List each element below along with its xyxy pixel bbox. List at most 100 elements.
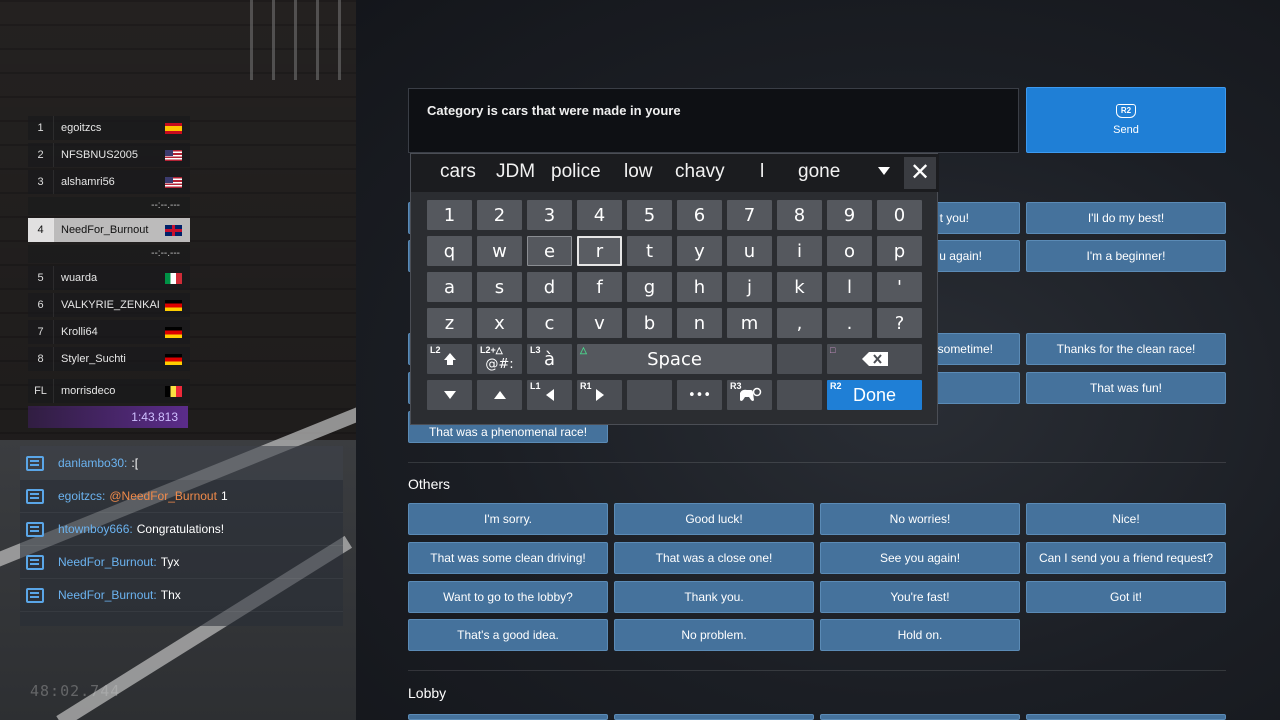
phrase-button[interactable]: That was a close one! (614, 542, 814, 574)
key-3-6[interactable]: m (727, 308, 772, 338)
key-2-5[interactable]: h (677, 272, 722, 302)
suggestion-item[interactable]: JDM (496, 161, 535, 183)
phrase-button[interactable]: Thanks for the clean race! (1026, 333, 1226, 365)
phrase-button[interactable]: Good luck! (614, 503, 814, 535)
chat-bubble-icon (26, 587, 44, 603)
suggestion-item[interactable]: l (760, 161, 764, 183)
key-2-2[interactable]: d (527, 272, 572, 302)
phrase-button[interactable] (820, 714, 1020, 720)
key-3-0[interactable]: z (427, 308, 472, 338)
phrase-button[interactable]: I'm a beginner! (1026, 240, 1226, 272)
key-1-2[interactable]: e (527, 236, 572, 266)
cursor-left-key[interactable]: L1 (527, 380, 572, 410)
done-key[interactable]: R2 Done (827, 380, 922, 410)
send-button[interactable]: R2 Send (1026, 87, 1226, 153)
key-3-3[interactable]: v (577, 308, 622, 338)
key-0-8[interactable]: 9 (827, 200, 872, 230)
section-title-lobby: Lobby (408, 685, 447, 701)
phrase-button[interactable]: I'll do my best! (1026, 202, 1226, 234)
key-0-6[interactable]: 7 (727, 200, 772, 230)
suggestion-item[interactable]: low (624, 161, 653, 183)
leaderboard-row: 3 alshamri56 (28, 170, 190, 194)
suggestion-item[interactable]: gone (798, 161, 840, 183)
phrase-button[interactable]: That was fun! (1026, 372, 1226, 404)
blank-key[interactable] (777, 344, 822, 374)
leaderboard-row: 1 egoitzcs (28, 116, 190, 140)
key-3-4[interactable]: b (627, 308, 672, 338)
key-3-5[interactable]: n (677, 308, 722, 338)
keyboard-settings-key[interactable]: R3 (727, 380, 772, 410)
phrase-button[interactable]: Hold on. (820, 619, 1020, 651)
phrase-button[interactable]: See you again! (820, 542, 1020, 574)
cursor-up-key[interactable] (477, 380, 522, 410)
key-2-6[interactable]: j (727, 272, 772, 302)
key-1-6[interactable]: u (727, 236, 772, 266)
key-0-9[interactable]: 0 (877, 200, 922, 230)
phrase-button[interactable]: No worries! (820, 503, 1020, 535)
key-1-9[interactable]: p (877, 236, 922, 266)
key-2-7[interactable]: k (777, 272, 822, 302)
more-key[interactable]: ••• (677, 380, 722, 410)
phrase-button[interactable]: You're fast! (820, 581, 1020, 613)
cursor-right-key[interactable]: R1 (577, 380, 622, 410)
key-0-1[interactable]: 2 (477, 200, 522, 230)
key-0-7[interactable]: 8 (777, 200, 822, 230)
arrow-down-icon (443, 391, 456, 399)
key-0-0[interactable]: 1 (427, 200, 472, 230)
key-3-7[interactable]: , (777, 308, 822, 338)
key-1-7[interactable]: i (777, 236, 822, 266)
key-1-4[interactable]: t (627, 236, 672, 266)
phrase-button[interactable]: Nice! (1026, 503, 1226, 535)
chat-mention: @NeedFor_Burnout (109, 489, 217, 503)
leaderboard-row-player: 4 NeedFor_Burnout (28, 218, 190, 242)
phrase-button[interactable] (408, 714, 608, 720)
blank-key[interactable] (777, 380, 822, 410)
key-2-1[interactable]: s (477, 272, 522, 302)
backspace-key[interactable]: □ (827, 344, 922, 374)
key-0-2[interactable]: 3 (527, 200, 572, 230)
r2-button-icon: R2 (1116, 104, 1136, 118)
usa-flag-icon (165, 176, 182, 188)
phrase-button[interactable]: Got it! (1026, 581, 1226, 613)
key-1-3[interactable]: r (577, 236, 622, 266)
key-3-8[interactable]: . (827, 308, 872, 338)
key-0-4[interactable]: 5 (627, 200, 672, 230)
phrase-button[interactable]: No problem. (614, 619, 814, 651)
key-1-5[interactable]: y (677, 236, 722, 266)
phrase-button[interactable]: Thank you. (614, 581, 814, 613)
suggestion-item[interactable]: police (551, 161, 601, 183)
message-input[interactable]: Category is cars that were made in youre (408, 88, 1019, 153)
key-3-9[interactable]: ? (877, 308, 922, 338)
cursor-down-key[interactable] (427, 380, 472, 410)
phrase-button[interactable]: Want to go to the lobby? (408, 581, 608, 613)
key-2-9[interactable]: ' (877, 272, 922, 302)
key-1-8[interactable]: o (827, 236, 872, 266)
symbols-key[interactable]: L2+△ @#: (477, 344, 522, 374)
key-0-5[interactable]: 6 (677, 200, 722, 230)
key-1-1[interactable]: w (477, 236, 522, 266)
suggestion-item[interactable]: cars (440, 161, 476, 183)
phrase-button[interactable]: That's a good idea. (408, 619, 608, 651)
phrase-button[interactable]: I'm sorry. (408, 503, 608, 535)
phrase-button[interactable]: Can I send you a friend request? (1026, 542, 1226, 574)
chat-username: htownboy666: (58, 522, 133, 536)
phrase-button[interactable]: That was some clean driving! (408, 542, 608, 574)
suggestion-item[interactable]: chavy (675, 161, 725, 183)
key-2-0[interactable]: a (427, 272, 472, 302)
key-3-2[interactable]: c (527, 308, 572, 338)
key-1-0[interactable]: q (427, 236, 472, 266)
key-0-3[interactable]: 4 (577, 200, 622, 230)
key-3-1[interactable]: x (477, 308, 522, 338)
key-2-4[interactable]: g (627, 272, 672, 302)
close-icon[interactable]: ✕ (904, 157, 936, 189)
space-key[interactable]: △ Space (577, 344, 772, 374)
accent-key[interactable]: L3 à (527, 344, 572, 374)
shift-key[interactable]: L2 (427, 344, 472, 374)
arrow-left-icon (545, 389, 554, 401)
blank-key[interactable] (627, 380, 672, 410)
key-2-3[interactable]: f (577, 272, 622, 302)
phrase-button[interactable] (614, 714, 814, 720)
chevron-down-icon[interactable] (878, 167, 890, 175)
key-2-8[interactable]: l (827, 272, 872, 302)
phrase-button[interactable] (1026, 714, 1226, 720)
